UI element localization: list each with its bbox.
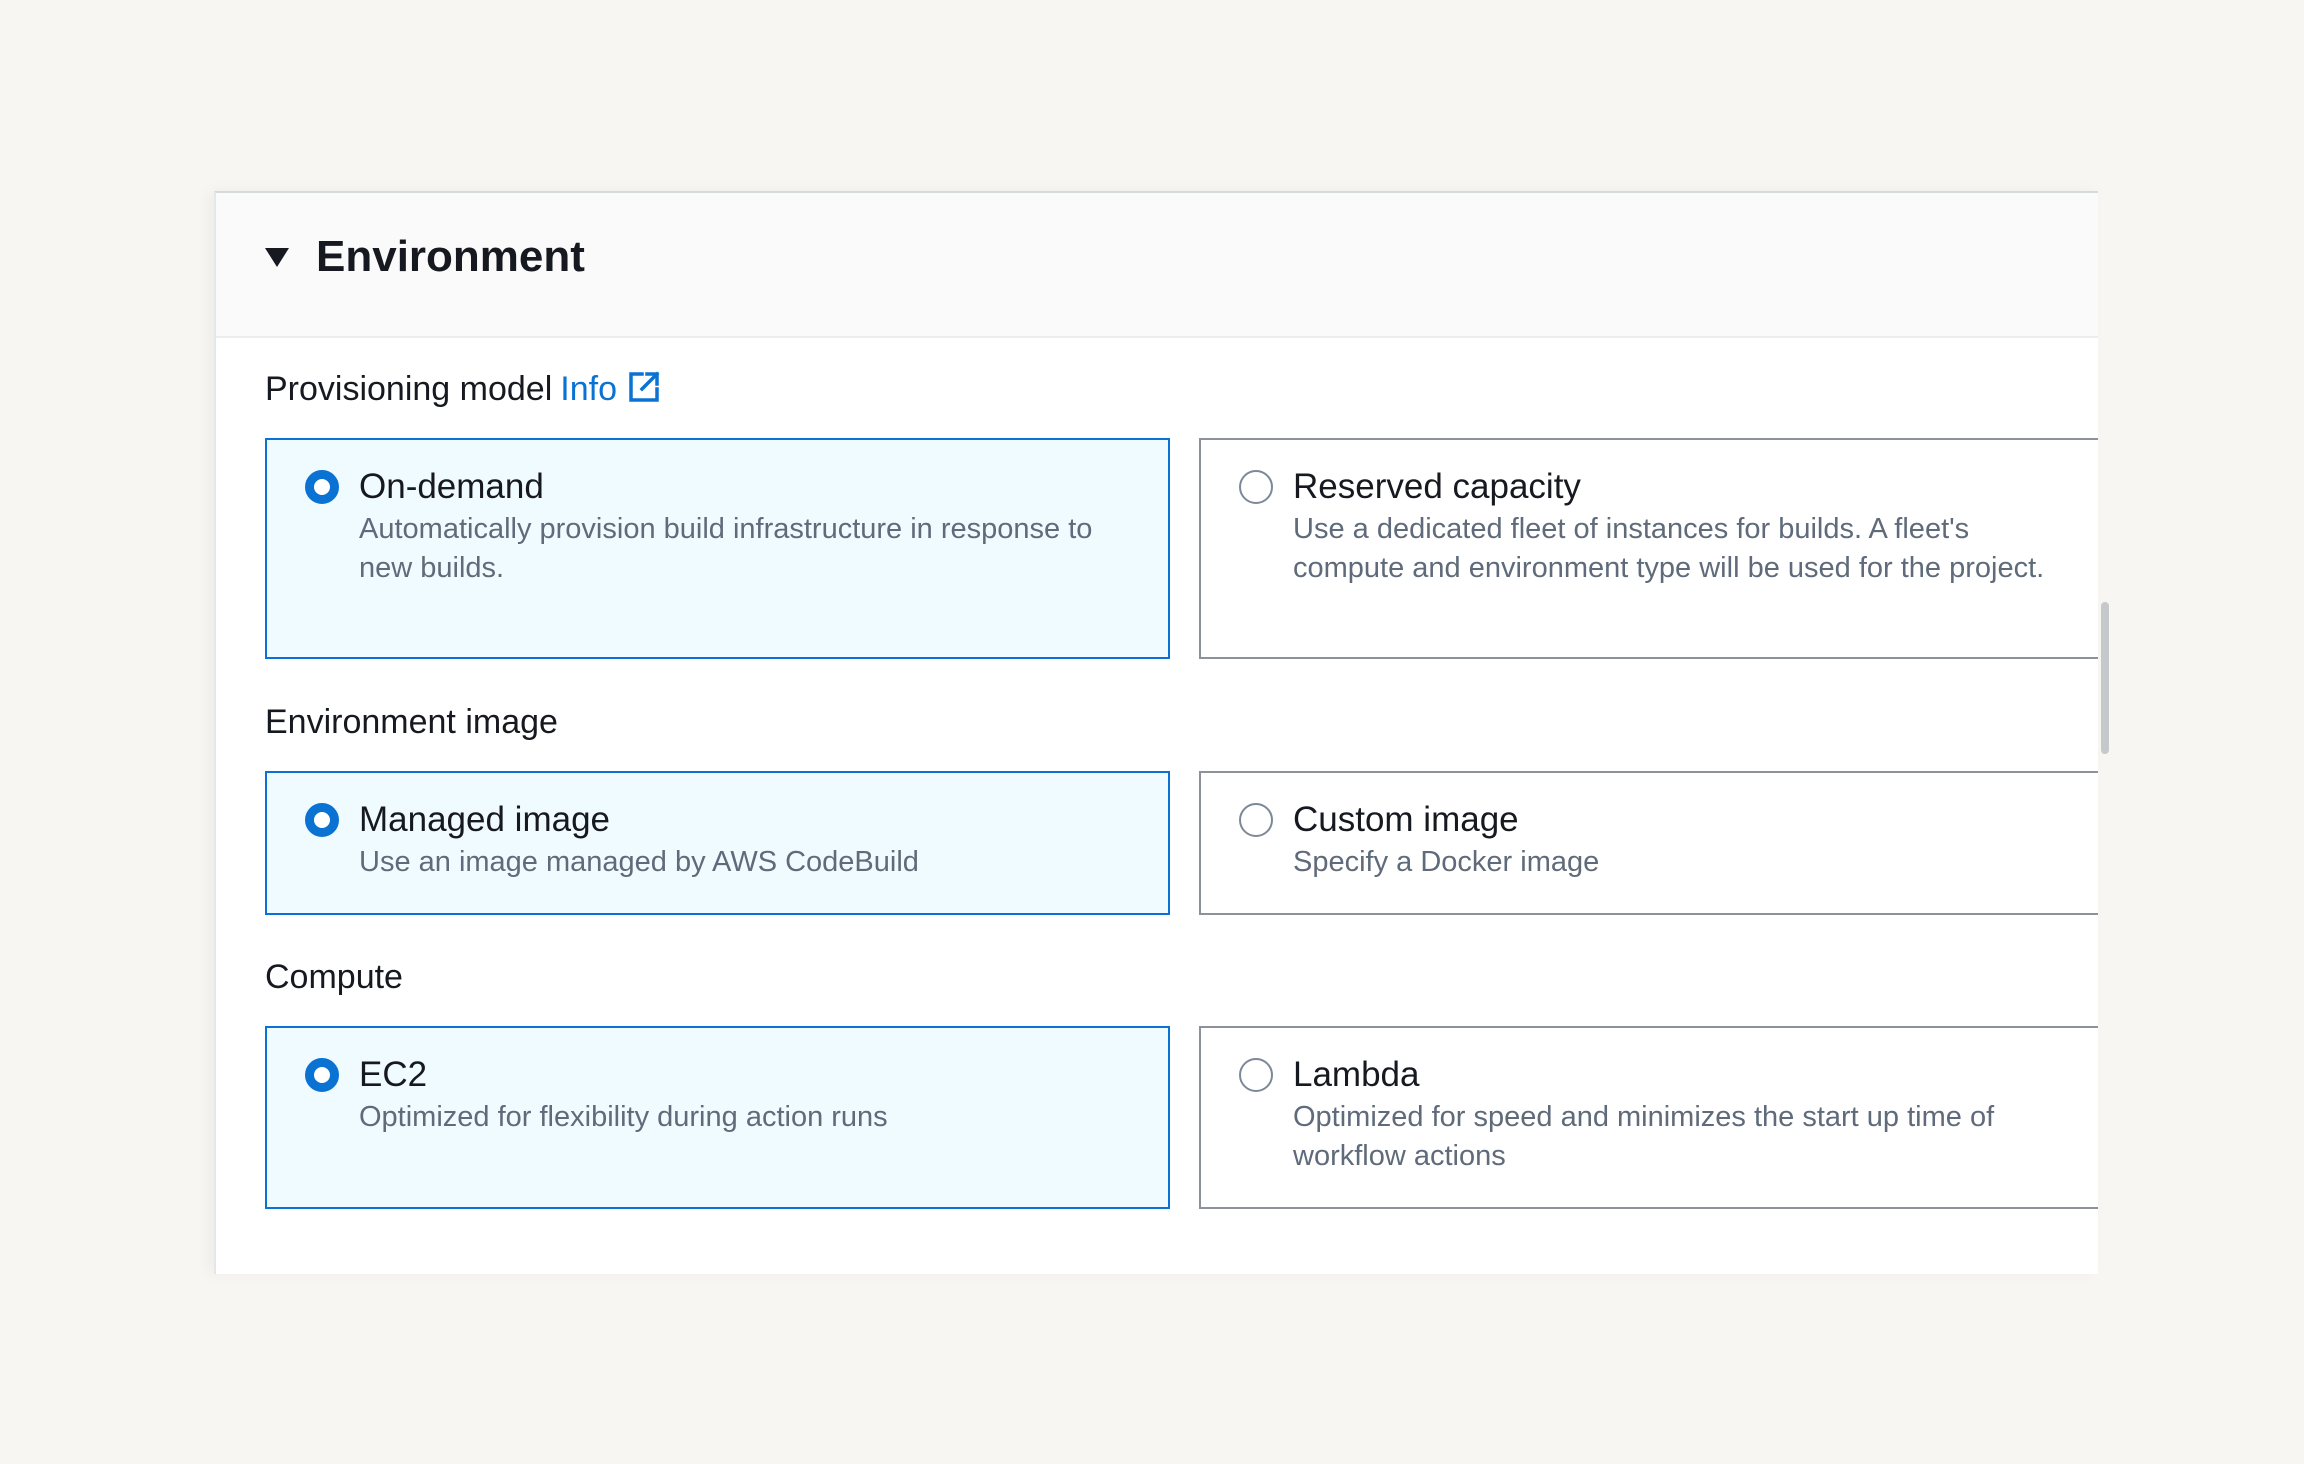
environment-image-label: Environment image xyxy=(265,703,558,741)
lambda-title: Lambda xyxy=(1293,1055,1420,1094)
external-link-icon xyxy=(629,371,660,402)
environment-image-option-custom[interactable]: Custom image Specify a Docker image xyxy=(1199,771,2098,915)
scrollbar-thumb[interactable] xyxy=(2101,602,2109,754)
compute-option-lambda[interactable]: Lambda Optimized for speed and minimizes… xyxy=(1199,1026,2098,1209)
reserved-capacity-radio[interactable] xyxy=(1239,470,1273,504)
on-demand-title: On-demand xyxy=(359,467,544,506)
managed-image-title: Managed image xyxy=(359,800,610,839)
compute-option-ec2[interactable]: EC2 Optimized for flexibility during act… xyxy=(265,1026,1170,1209)
panel-title: Environment xyxy=(316,232,585,281)
reserved-capacity-title: Reserved capacity xyxy=(1293,467,1581,506)
environment-panel-header[interactable]: Environment xyxy=(216,193,2098,338)
provisioning-model-info-link[interactable]: Info xyxy=(560,370,661,408)
environment-image-option-managed[interactable]: Managed image Use an image managed by AW… xyxy=(265,771,1170,915)
ec2-description: Optimized for flexibility during action … xyxy=(359,1101,888,1133)
managed-image-radio[interactable] xyxy=(305,803,339,837)
provisioning-model-field: Provisioning model Info xyxy=(265,367,661,411)
lambda-description: Optimized for speed and minimizes the st… xyxy=(1293,1101,1995,1172)
environment-panel: Environment Provisioning model Info On-de… xyxy=(214,191,2098,1274)
provisioning-model-label: Provisioning model xyxy=(265,370,553,408)
custom-image-title: Custom image xyxy=(1293,800,1519,839)
caret-down-icon[interactable] xyxy=(265,248,289,267)
compute-label: Compute xyxy=(265,958,403,996)
provisioning-option-reserved-capacity[interactable]: Reserved capacity Use a dedicated fleet … xyxy=(1199,438,2098,659)
on-demand-description: Automatically provision build infrastruc… xyxy=(359,513,1093,584)
ec2-title: EC2 xyxy=(359,1055,428,1094)
managed-image-description: Use an image managed by AWS CodeBuild xyxy=(359,846,919,878)
lambda-radio[interactable] xyxy=(1239,1058,1273,1092)
info-link-text: Info xyxy=(560,370,617,408)
custom-image-radio[interactable] xyxy=(1239,803,1273,837)
reserved-capacity-description: Use a dedicated fleet of instances for b… xyxy=(1293,513,2045,584)
provisioning-option-on-demand[interactable]: On-demand Automatically provision build … xyxy=(265,438,1170,659)
on-demand-radio[interactable] xyxy=(305,470,339,504)
custom-image-description: Specify a Docker image xyxy=(1293,846,1600,878)
ec2-radio[interactable] xyxy=(305,1058,339,1092)
